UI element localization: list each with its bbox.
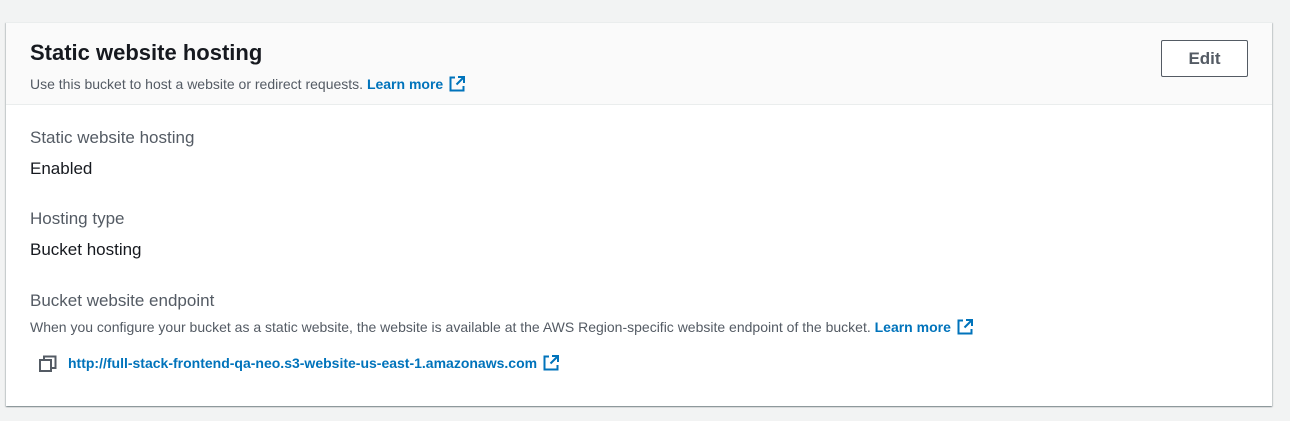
endpoint-learn-more-label: Learn more <box>874 319 951 335</box>
endpoint-learn-more-link[interactable]: Learn more <box>875 319 974 335</box>
learn-more-label: Learn more <box>366 76 444 92</box>
panel-description-text: Use this bucket to host a website or red… <box>30 76 364 92</box>
copy-icon[interactable] <box>38 354 58 374</box>
hosting-status-field: Static website hosting Enabled <box>30 127 194 180</box>
hosting-status-value: Enabled <box>30 159 93 178</box>
edit-button[interactable]: Edit <box>1161 40 1248 77</box>
panel-description: Use this bucket to host a website or red… <box>30 74 466 98</box>
endpoint-description: When you configure your bucket as a stat… <box>30 317 974 341</box>
panel-title: Static website hosting <box>30 40 263 65</box>
hosting-type-value: Bucket hosting <box>30 240 142 259</box>
external-link-icon <box>448 75 466 98</box>
hosting-type-field: Hosting type Bucket hosting <box>30 208 142 261</box>
external-link-icon <box>956 318 974 341</box>
endpoint-url-link[interactable]: http://full-stack-frontend-qa-neo.s3-web… <box>68 354 560 375</box>
hosting-status-label: Static website hosting <box>30 128 195 147</box>
endpoint-field: Bucket website endpoint When you configu… <box>30 290 974 341</box>
external-link-icon <box>542 354 560 375</box>
hosting-type-label: Hosting type <box>30 209 125 228</box>
learn-more-link[interactable]: Learn more <box>367 76 466 92</box>
panel-header: Static website hosting Use this bucket t… <box>6 23 1272 105</box>
endpoint-url-row: http://full-stack-frontend-qa-neo.s3-web… <box>38 352 560 376</box>
endpoint-url-label: http://full-stack-frontend-qa-neo.s3-web… <box>68 354 538 371</box>
endpoint-description-text: When you configure your bucket as a stat… <box>30 319 871 335</box>
static-website-hosting-panel: Static website hosting Use this bucket t… <box>6 22 1272 406</box>
endpoint-label: Bucket website endpoint <box>30 291 215 310</box>
